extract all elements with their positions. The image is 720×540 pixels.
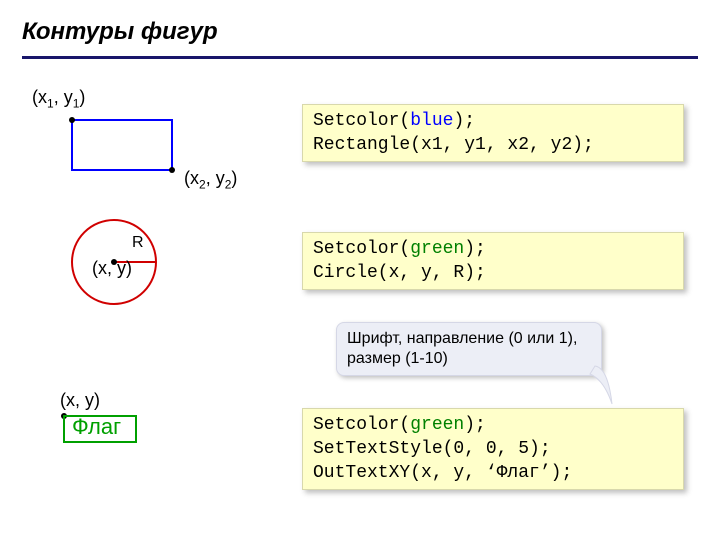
code-line: Circle(x, y, R); xyxy=(313,261,673,285)
text: размер (1-10) xyxy=(347,349,591,369)
code-line: Setcolor(green); xyxy=(313,413,673,437)
text: ) xyxy=(79,87,85,107)
code-box-text: Setcolor(green); SetTextStyle(0, 0, 5); … xyxy=(302,408,684,490)
code-line: Setcolor(blue); xyxy=(313,109,673,133)
code-line: OutTextXY(x, y, ‘Флаг’); xyxy=(313,461,673,485)
code-box-rectangle: Setcolor(blue); Rectangle(x1, y1, x2, y2… xyxy=(302,104,684,162)
flag-text: Флаг xyxy=(72,414,121,440)
text: 1 xyxy=(47,97,54,111)
text: 2 xyxy=(199,178,206,192)
text: ) xyxy=(231,168,237,188)
text: Setcolor( xyxy=(313,239,410,259)
code-box-circle: Setcolor(green); Circle(x, y, R); xyxy=(302,232,684,290)
callout-hint: Шрифт, направление (0 или 1), размер (1-… xyxy=(336,322,602,376)
text: ); xyxy=(464,415,486,435)
callout-tail-icon xyxy=(590,360,630,410)
text: , y xyxy=(54,87,73,107)
text: , y xyxy=(206,168,225,188)
code-line: SetTextStyle(0, 0, 5); xyxy=(313,437,673,461)
text: ); xyxy=(464,239,486,259)
code-line: Rectangle(x1, y1, x2, y2); xyxy=(313,133,673,157)
page-title: Контуры фигур xyxy=(22,18,218,46)
horizontal-rule xyxy=(22,56,698,59)
keyword-green: green xyxy=(410,415,464,435)
text: Шрифт, направление (0 или 1), xyxy=(347,329,591,349)
text: ); xyxy=(453,111,475,131)
rectangle-diagram xyxy=(64,112,184,182)
text: (x xyxy=(184,168,199,188)
text: (x xyxy=(32,87,47,107)
label-r: R xyxy=(132,234,144,252)
text: Setcolor( xyxy=(313,111,410,131)
keyword-blue: blue xyxy=(410,111,453,131)
label-xy-text: (x, y) xyxy=(60,390,100,411)
label-p2: (x2, y2) xyxy=(184,168,237,192)
keyword-green: green xyxy=(410,239,464,259)
code-line: Setcolor(green); xyxy=(313,237,673,261)
label-p1: (x1, y1) xyxy=(32,87,85,111)
text: Setcolor( xyxy=(313,415,410,435)
label-xy-circle: (x, y) xyxy=(92,258,132,279)
